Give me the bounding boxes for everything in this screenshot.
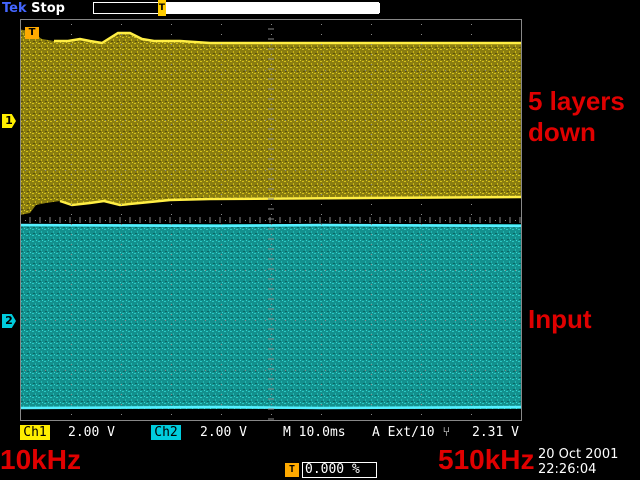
time-label: 22:26:04 xyxy=(538,462,597,477)
trigger-level: 2.31 V xyxy=(472,425,519,440)
ch1-ground-marker[interactable]: 1 xyxy=(2,114,16,128)
brand-label: Tek Stop xyxy=(2,1,65,16)
settings-readout-bar: Ch1 2.00 V Ch2 2.00 V M 10.0ms A Ext/10 … xyxy=(20,424,522,442)
record-view-window xyxy=(162,3,380,13)
top-status-bar: Tek Stop T xyxy=(0,0,640,18)
record-length-bar xyxy=(93,2,380,14)
ch1-waveform xyxy=(20,29,522,215)
annotation-top: 5 layers down xyxy=(528,86,625,147)
waveform-display xyxy=(19,18,523,421)
trigger-source: A Ext/10 ⑂ xyxy=(372,425,451,440)
ch1-label[interactable]: Ch1 xyxy=(20,425,50,440)
trigger-position-icon: T xyxy=(158,0,166,16)
annotation-input: Input xyxy=(528,304,592,334)
ch2-waveform xyxy=(20,224,522,409)
ch2-scale: 2.00 V xyxy=(200,425,247,440)
trigger-position-readout: T 0.000 % xyxy=(285,462,377,478)
annotation-end-frequency: 510kHz xyxy=(438,444,535,475)
acquisition-status: Stop xyxy=(31,1,65,16)
waveform-canvas xyxy=(19,18,523,421)
ch2-label[interactable]: Ch2 xyxy=(151,425,181,440)
date-time: 20 Oct 2001 22:26:04 xyxy=(538,447,640,477)
annotation-start-frequency: 10kHz xyxy=(0,444,81,475)
ch2-trace-top xyxy=(19,223,523,228)
ch1-scale: 2.00 V xyxy=(68,425,115,440)
trigger-icon: T xyxy=(285,463,299,477)
date-label: 20 Oct 2001 xyxy=(538,447,619,462)
ch2-trace-bottom xyxy=(19,405,523,410)
brand-name: Tek xyxy=(2,1,27,16)
timebase-scale: M 10.0ms xyxy=(283,425,346,440)
ch2-ground-marker[interactable]: 2 xyxy=(2,314,16,328)
trigger-position-value: 0.000 % xyxy=(302,462,377,478)
trigger-marker-icon: T xyxy=(25,27,39,39)
